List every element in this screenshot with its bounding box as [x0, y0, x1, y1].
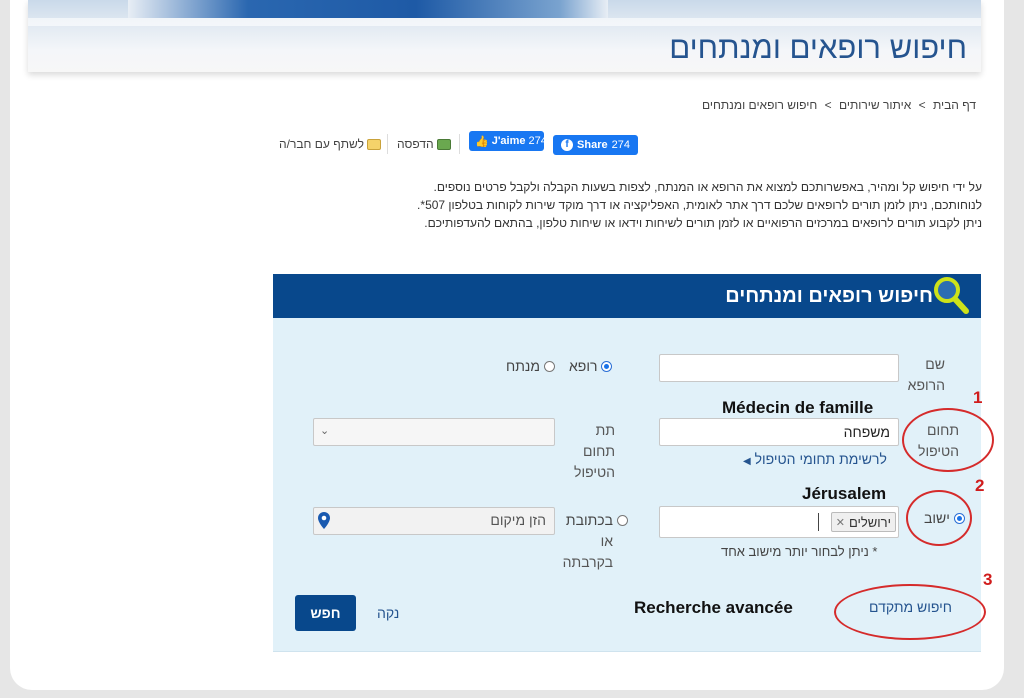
facebook-share-button[interactable]: f Share 274	[553, 135, 638, 155]
advanced-search-link[interactable]: חיפוש מתקדם	[869, 599, 952, 615]
chevron-down-icon: ⌄	[320, 425, 330, 437]
subspecialty-label: תת תחום הטיפול	[574, 422, 615, 480]
panel-header: חיפוש רופאים ומנתחים	[273, 274, 981, 318]
clear-button[interactable]: נקה	[377, 605, 399, 621]
advanced-search-annotation: Recherche avancée	[634, 598, 793, 617]
settlement-input[interactable]: ירושלים ✕	[659, 506, 899, 538]
radio-surgeon-dot[interactable]	[543, 360, 555, 372]
radio-doctor-dot[interactable]	[601, 360, 613, 372]
magnifier-icon	[934, 277, 969, 314]
radio-doctor[interactable]: רופא	[569, 358, 613, 374]
radio-surgeon[interactable]: מנתח	[506, 358, 555, 374]
share-toolbar: f Share 274 👍 J'aime 274 הדפסה לשתף עם ח…	[279, 130, 979, 156]
share-with-friend-link[interactable]: לשתף עם חבר/ה	[279, 137, 381, 151]
radio-settlement[interactable]: ישוב	[924, 510, 965, 526]
panel-title: חיפוש רופאים ומנתחים	[725, 285, 933, 307]
search-button[interactable]: חפש	[295, 595, 356, 631]
annotation-number-2: 2	[975, 476, 985, 495]
hero-banner: חיפוש רופאים ומנתחים	[28, 0, 981, 72]
doctor-name-input[interactable]	[659, 354, 899, 382]
breadcrumb: דף הבית > איתור שירותים > חיפוש רופאים ו…	[701, 98, 976, 112]
page-title: חיפוש רופאים ומנתחים	[669, 30, 967, 65]
map-pin-icon	[318, 512, 330, 529]
printer-icon	[436, 138, 451, 150]
thumbs-up-icon: 👍	[475, 135, 489, 148]
radio-address-dot[interactable]	[617, 514, 628, 526]
settlement-tag[interactable]: ירושלים ✕	[830, 512, 896, 532]
settlement-annotation: Jérusalem	[802, 484, 887, 503]
address-input[interactable]: הזן מיקום	[313, 507, 555, 535]
doctor-name-label: שם הרופא	[907, 356, 945, 393]
text-cursor	[818, 513, 819, 531]
annotation-number-1: 1	[973, 388, 983, 407]
specialty-list-link[interactable]: לרשימת תחומי הטיפול ◀	[743, 451, 887, 467]
facebook-icon: f	[561, 139, 574, 151]
facebook-like-button[interactable]: 👍 J'aime 274	[469, 131, 544, 151]
breadcrumb-current: חיפוש רופאים ומנתחים	[701, 98, 818, 112]
print-link[interactable]: הדפסה	[397, 137, 451, 151]
breadcrumb-home[interactable]: דף הבית	[933, 98, 976, 112]
envelope-icon	[366, 138, 381, 150]
remove-tag-icon[interactable]: ✕	[836, 516, 845, 529]
specialty-label: תחום הטיפול	[918, 422, 959, 459]
settlement-note: * ניתן לבחור יותר מישוב אחד	[721, 544, 878, 559]
specialty-input[interactable]: משפחה	[659, 418, 899, 446]
triangle-left-icon: ◀	[743, 456, 751, 467]
breadcrumb-services[interactable]: איתור שירותים	[839, 98, 911, 112]
subspecialty-select[interactable]: ⌄	[313, 418, 555, 446]
annotation-number-3: 3	[983, 570, 993, 589]
address-label: או בקרבתה	[562, 533, 613, 570]
doctor-search-panel: חיפוש רופאים ומנתחים שם הרופא רופא מנתח …	[273, 274, 994, 652]
hero-image	[128, 0, 608, 18]
radio-settlement-dot[interactable]	[953, 512, 965, 524]
radio-address[interactable]: בכתובת	[566, 512, 628, 528]
intro-text: על ידי חיפוש קל ומהיר, באפשרותכם למצוא א…	[417, 180, 982, 230]
specialty-annotation: Médecin de famille	[722, 398, 874, 417]
